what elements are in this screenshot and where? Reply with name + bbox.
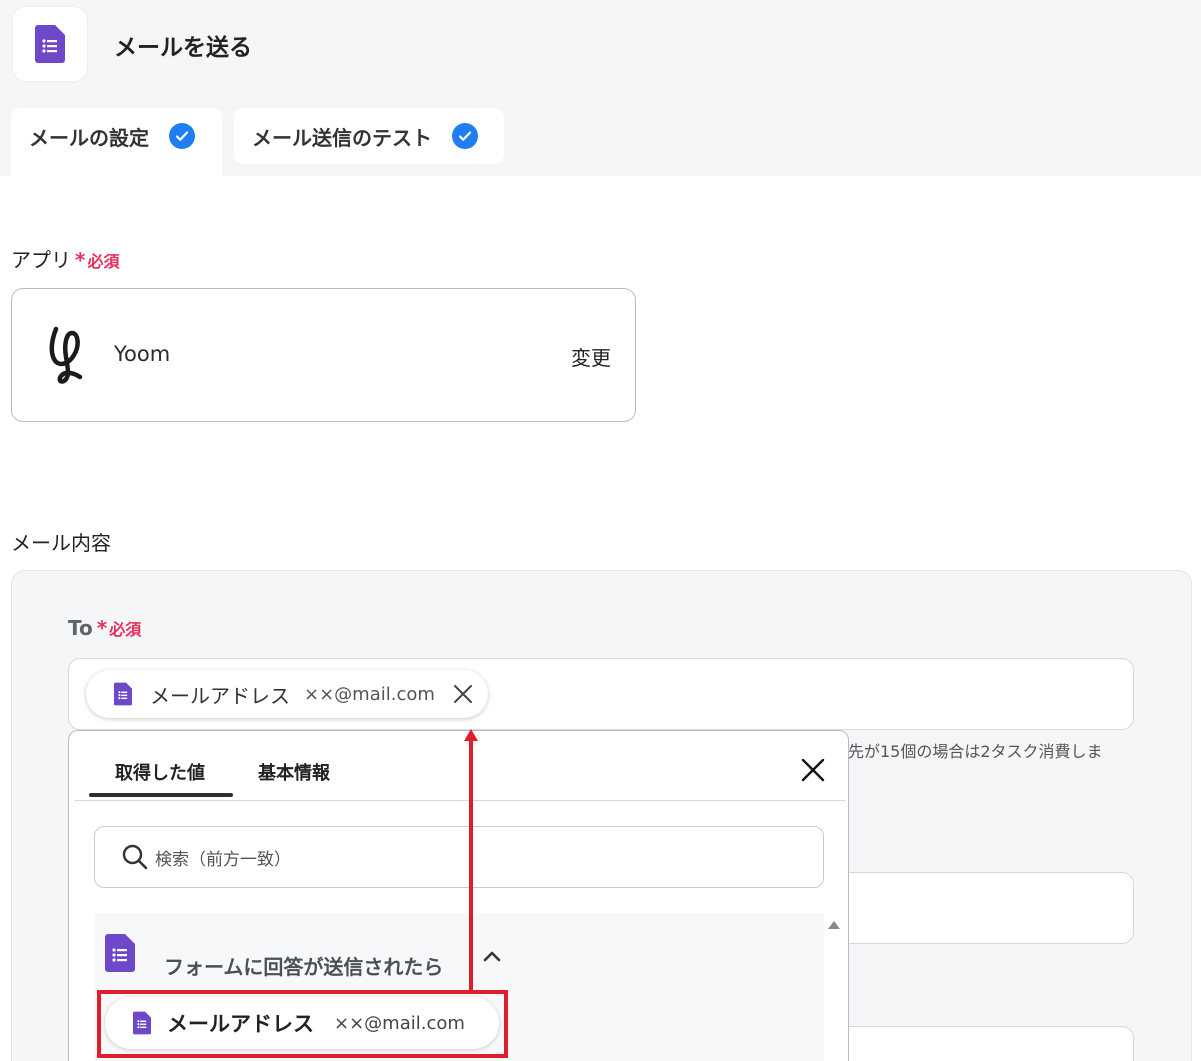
change-app-button[interactable]: 変更 xyxy=(571,342,611,371)
page-title: メールを送る xyxy=(114,35,252,61)
required-badge: * 必須 xyxy=(96,616,142,640)
search-placeholder: 検索（前方一致） xyxy=(155,849,291,870)
app-selector: Yoom 変更 xyxy=(11,288,636,422)
tab-label: メールの設定 xyxy=(29,125,149,150)
annotation-arrow xyxy=(469,738,473,990)
form-icon xyxy=(105,934,135,972)
app-field-label: アプリ * 必須 xyxy=(11,248,120,272)
form-icon xyxy=(114,682,132,706)
mail-content-label: メール内容 xyxy=(11,531,111,555)
chevron-up-icon[interactable] xyxy=(481,947,503,965)
tab-fetched-values[interactable]: 取得した値 xyxy=(115,759,205,785)
check-icon xyxy=(169,123,195,149)
search-icon xyxy=(122,844,148,870)
to-variable-chip[interactable]: メールアドレス ××@mail.com xyxy=(86,670,488,718)
to-field-label: To * 必須 xyxy=(68,616,142,640)
tab-basic-info[interactable]: 基本情報 xyxy=(258,759,330,785)
scroll-up-icon[interactable] xyxy=(828,921,840,929)
annotation-arrow-head xyxy=(464,729,478,741)
trigger-group-title[interactable]: フォームに回答が送信されたら xyxy=(164,951,443,980)
close-icon[interactable] xyxy=(452,683,474,705)
search-input[interactable]: 検索（前方一致） xyxy=(94,826,824,888)
chip-label: メールアドレス xyxy=(150,683,290,708)
app-name: Yoom xyxy=(114,342,171,366)
form-icon xyxy=(35,25,65,63)
active-tab-indicator xyxy=(89,793,233,797)
tab-mail-settings[interactable]: メールの設定 xyxy=(11,108,222,176)
required-badge: * 必須 xyxy=(75,248,120,272)
divider xyxy=(75,800,845,801)
close-icon[interactable] xyxy=(800,757,826,783)
check-icon xyxy=(452,123,478,149)
tab-send-test[interactable]: メール送信のテスト xyxy=(234,108,504,164)
bcc-input[interactable] xyxy=(848,1026,1134,1061)
annotation-highlight-box xyxy=(97,990,508,1058)
to-field-hint: 先が15個の場合は2タスク消費しま xyxy=(848,742,1103,761)
yoom-logo-icon xyxy=(49,326,83,384)
cc-input[interactable] xyxy=(848,872,1134,944)
tab-label: メール送信のテスト xyxy=(252,125,432,150)
app-badge xyxy=(12,6,88,82)
chip-value: ××@mail.com xyxy=(304,683,435,705)
